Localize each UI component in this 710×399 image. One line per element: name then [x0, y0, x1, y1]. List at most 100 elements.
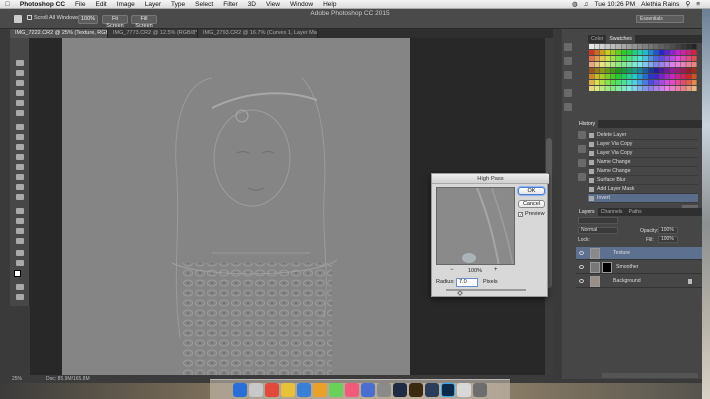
swatch[interactable]	[686, 86, 692, 91]
swatch[interactable]	[610, 74, 616, 79]
swatch[interactable]	[616, 50, 621, 55]
blur-tool-icon[interactable]	[16, 184, 24, 190]
swatch[interactable]	[659, 62, 665, 67]
properties-panel-icon[interactable]	[564, 89, 572, 97]
swatch[interactable]	[653, 68, 659, 73]
clone-stamp-tool-icon[interactable]	[16, 144, 24, 150]
clone-source-side-icon[interactable]	[578, 173, 586, 181]
workspace-select[interactable]: Essentials	[636, 15, 684, 23]
swatch[interactable]	[605, 50, 611, 55]
swatch[interactable]	[599, 50, 605, 55]
swatch[interactable]	[632, 74, 638, 79]
history-brush-tool-icon[interactable]	[16, 154, 24, 160]
swatch[interactable]	[616, 68, 621, 73]
swatch[interactable]	[605, 74, 611, 79]
menu-layer[interactable]: Layer	[140, 1, 166, 8]
swatch[interactable]	[686, 62, 692, 67]
swatch[interactable]	[599, 68, 605, 73]
swatch[interactable]	[670, 74, 675, 79]
swatch[interactable]	[653, 62, 659, 67]
swatch[interactable]	[691, 86, 697, 91]
history-item-selected[interactable]: Invert	[588, 194, 698, 203]
list-icon[interactable]: ≡	[696, 1, 700, 8]
swatch[interactable]	[610, 68, 616, 73]
swatch[interactable]	[664, 62, 670, 67]
swatch[interactable]	[680, 50, 686, 55]
swatch[interactable]	[637, 56, 643, 61]
swatch[interactable]	[599, 80, 605, 85]
swatch[interactable]	[648, 56, 654, 61]
swatch[interactable]	[670, 62, 675, 67]
swatch[interactable]	[653, 74, 659, 79]
swatch[interactable]	[637, 86, 643, 91]
swatch[interactable]	[616, 80, 621, 85]
menu-select[interactable]: Select	[190, 1, 218, 8]
document-image[interactable]	[62, 38, 410, 375]
path-select-tool-icon[interactable]	[16, 228, 24, 234]
swatch[interactable]	[659, 80, 665, 85]
hand-tool-icon[interactable]	[16, 250, 24, 256]
swatch[interactable]	[691, 68, 697, 73]
swatch[interactable]	[594, 80, 600, 85]
swatch[interactable]	[686, 50, 692, 55]
swatch[interactable]	[616, 56, 621, 61]
swatch[interactable]	[659, 74, 665, 79]
swatch[interactable]	[594, 68, 600, 73]
swatch[interactable]	[605, 80, 611, 85]
photoshop-icon[interactable]	[441, 382, 455, 397]
eye-icon[interactable]	[579, 251, 584, 255]
photos-icon[interactable]	[313, 382, 327, 397]
bridge-icon[interactable]	[409, 382, 423, 397]
swatch[interactable]	[643, 68, 648, 73]
swatch[interactable]	[659, 50, 665, 55]
swatch[interactable]	[648, 80, 654, 85]
swatch[interactable]	[610, 86, 616, 91]
swatch[interactable]	[616, 62, 621, 67]
swatch[interactable]	[675, 86, 681, 91]
zoom-out-icon[interactable]: −	[450, 267, 454, 273]
calendar-icon[interactable]	[265, 382, 279, 397]
swatch[interactable]	[670, 56, 675, 61]
layer-row-background[interactable]: Background	[576, 275, 702, 288]
swatch[interactable]	[610, 80, 616, 85]
swatch[interactable]	[691, 56, 697, 61]
layer-filter-kind[interactable]	[578, 217, 618, 224]
swatch[interactable]	[621, 62, 627, 67]
eye-icon[interactable]	[579, 265, 584, 269]
radius-input[interactable]: 7.0	[456, 278, 478, 287]
status-zoom[interactable]: 25%	[12, 375, 22, 383]
swatch[interactable]	[680, 68, 686, 73]
swatch[interactable]	[670, 86, 675, 91]
eyedropper-tool-icon[interactable]	[16, 110, 24, 116]
swatch[interactable]	[653, 80, 659, 85]
swatch[interactable]	[632, 56, 638, 61]
fill-screen-button[interactable]: Fill Screen	[131, 15, 157, 29]
swatch[interactable]	[589, 56, 594, 61]
hand-tool-icon[interactable]	[14, 15, 22, 23]
swatch[interactable]	[589, 68, 594, 73]
swatch[interactable]	[594, 74, 600, 79]
swatch[interactable]	[626, 74, 632, 79]
history-item[interactable]: Name Change	[588, 167, 698, 176]
swatch[interactable]	[653, 56, 659, 61]
swatch[interactable]	[648, 68, 654, 73]
user-name[interactable]: Alethia Rains	[641, 1, 679, 8]
swatch[interactable]	[632, 62, 638, 67]
eye-icon[interactable]	[579, 279, 584, 283]
system-preferences-icon[interactable]	[377, 382, 391, 397]
preview-app-icon[interactable]	[457, 382, 471, 397]
swatch[interactable]	[626, 80, 632, 85]
swatch[interactable]	[675, 44, 681, 49]
swatch[interactable]	[670, 80, 675, 85]
clock[interactable]: Tue 10:26 PM	[595, 1, 636, 8]
swatch[interactable]	[632, 80, 638, 85]
marquee-tool-icon[interactable]	[16, 70, 24, 76]
swatch[interactable]	[594, 56, 600, 61]
swatch[interactable]	[675, 62, 681, 67]
swatch[interactable]	[594, 50, 600, 55]
ok-button[interactable]: OK	[518, 187, 545, 195]
swatch[interactable]	[594, 86, 600, 91]
healing-brush-tool-icon[interactable]	[16, 124, 24, 130]
swatch[interactable]	[664, 80, 670, 85]
swatch[interactable]	[589, 74, 594, 79]
